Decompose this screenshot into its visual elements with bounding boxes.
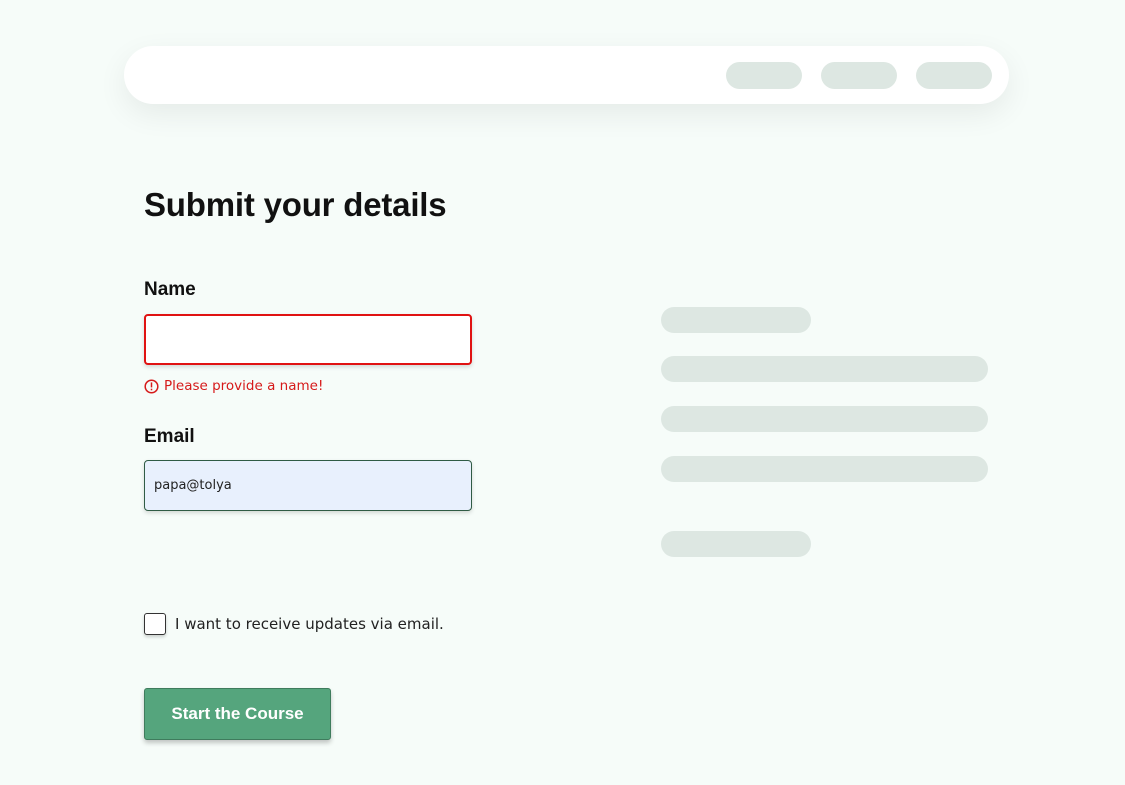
skeleton-line-3 <box>661 406 988 432</box>
name-error-message: Please provide a name! <box>144 377 323 395</box>
skeleton-line-5 <box>661 531 811 557</box>
name-input[interactable] <box>144 314 472 365</box>
start-course-button[interactable]: Start the Course <box>144 688 331 740</box>
updates-checkbox-row: I want to receive updates via email. <box>144 613 444 635</box>
email-label: Email <box>144 426 195 447</box>
nav-placeholder-1[interactable] <box>726 62 802 89</box>
updates-checkbox[interactable] <box>144 613 166 635</box>
skeleton-line-2 <box>661 356 988 382</box>
nav-placeholder-3[interactable] <box>916 62 992 89</box>
top-navbar <box>124 46 1009 104</box>
email-input[interactable] <box>144 460 472 511</box>
error-circle-icon <box>144 378 159 394</box>
skeleton-line-4 <box>661 456 988 482</box>
skeleton-line-1 <box>661 307 811 333</box>
nav-placeholder-2[interactable] <box>821 62 897 89</box>
name-label: Name <box>144 279 196 300</box>
page-title: Submit your details <box>144 186 447 223</box>
updates-checkbox-label[interactable]: I want to receive updates via email. <box>175 615 444 633</box>
page: Submit your details Name Please provide … <box>0 0 1125 785</box>
name-error-text: Please provide a name! <box>164 378 324 394</box>
